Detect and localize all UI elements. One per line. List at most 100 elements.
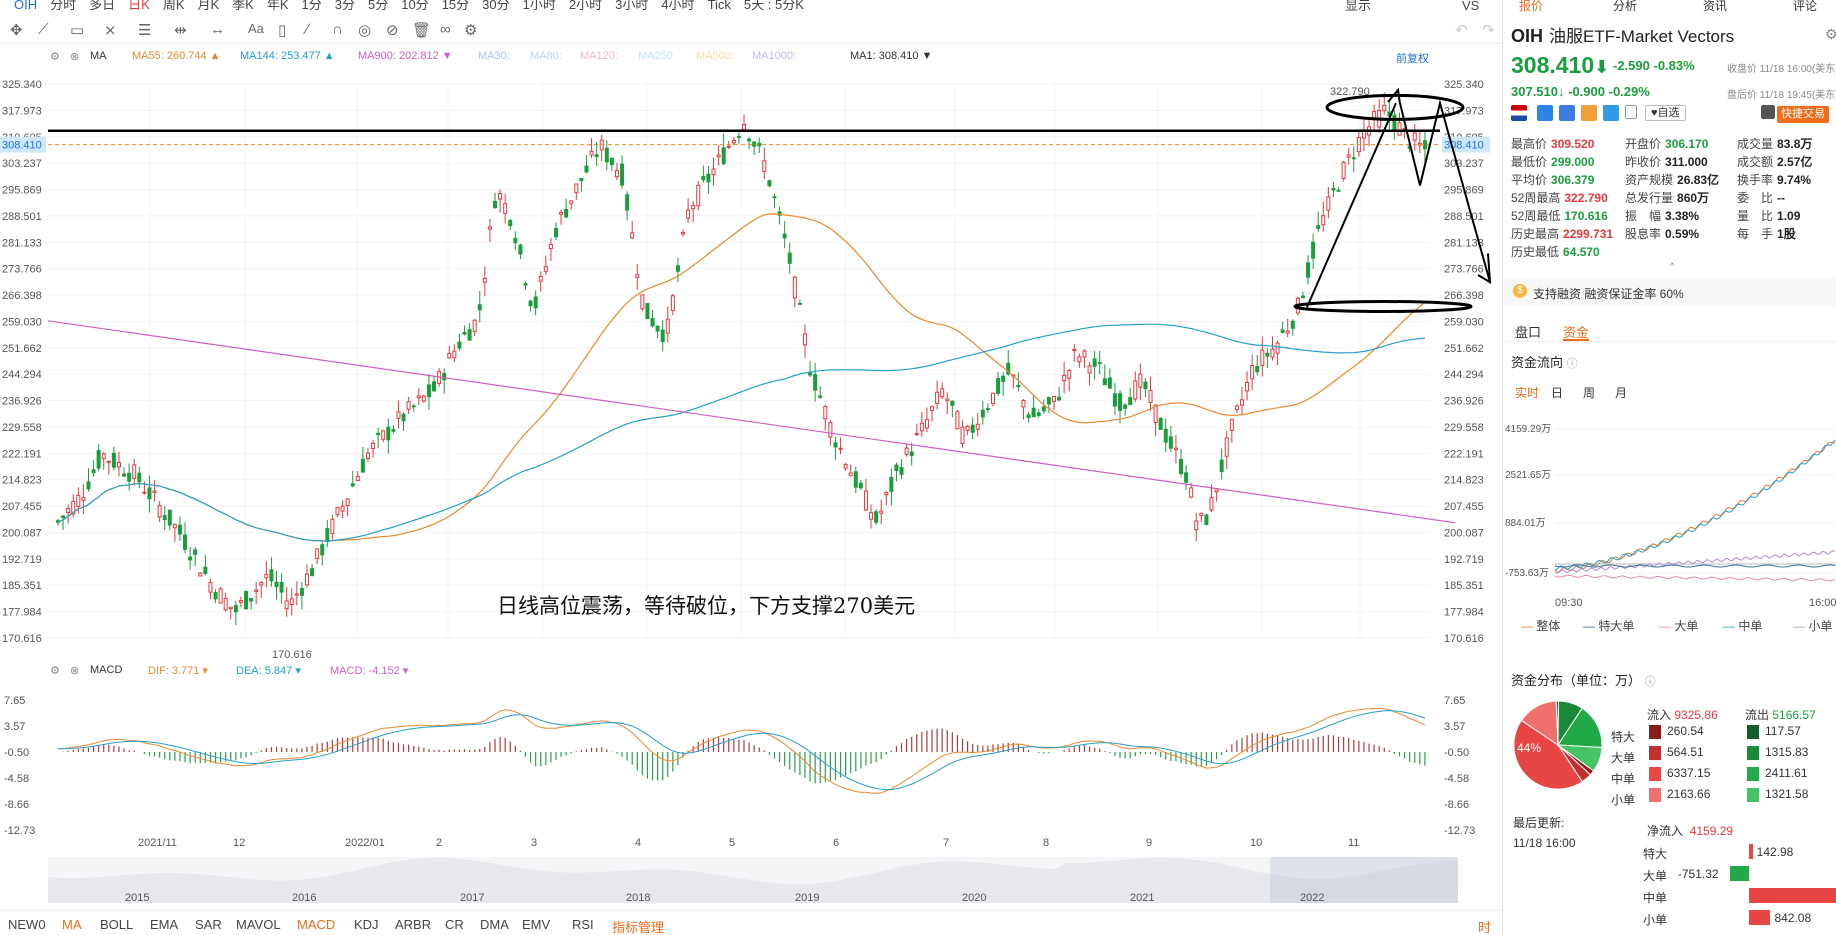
settings-icon[interactable]: ⚙ — [50, 50, 60, 63]
period-14[interactable]: 2小时 — [569, 0, 602, 11]
arrow-tool-icon[interactable]: ↔ — [210, 21, 225, 38]
indicator-tab-9[interactable]: CR — [445, 917, 464, 932]
tag-icon[interactable] — [1603, 105, 1619, 121]
tab-week[interactable]: 周 — [1583, 384, 1595, 401]
macd-label[interactable]: MACD — [90, 664, 122, 676]
restore-toggle[interactable]: 前复权 — [1396, 50, 1429, 66]
doc-icon[interactable] — [1625, 105, 1637, 119]
vs-button[interactable]: VS — [1462, 0, 1479, 12]
text-tool-icon[interactable]: Aa — [248, 21, 264, 36]
candle-body — [808, 372, 813, 376]
period-11[interactable]: 15分 — [442, 0, 469, 11]
indicator-tab-0[interactable]: NEW0 — [8, 917, 46, 932]
magnet-icon[interactable]: ∩ — [332, 21, 343, 38]
info-icon[interactable]: ⓘ — [1645, 676, 1656, 688]
lock-icon[interactable]: ⊘ — [386, 21, 399, 39]
price-axis-right-8: 266.398 — [1444, 290, 1484, 302]
indicator-tab-5[interactable]: MAVOL — [236, 917, 281, 932]
display-menu[interactable]: 显示 — [1345, 0, 1371, 12]
measure-tool-icon[interactable]: ⇹ — [174, 21, 187, 39]
hide-icon[interactable]: ⊗ — [70, 664, 79, 677]
note-icon[interactable]: ▯ — [278, 21, 286, 39]
inflow-swatch-3 — [1649, 788, 1661, 802]
time-range-button[interactable]: 时段 — [1478, 917, 1502, 935]
period-12[interactable]: 30分 — [482, 0, 509, 11]
fib-tool-icon[interactable]: ⨯ — [104, 21, 117, 39]
candlestick-chart[interactable]: 325.340325.340317.973317.973310.605310.6… — [0, 68, 1502, 658]
tab-day[interactable]: 日 — [1551, 384, 1563, 401]
price-axis-left-7: 273.766 — [2, 264, 42, 276]
indicator-tab-4[interactable]: SAR — [195, 917, 222, 932]
indicator-tab-11[interactable]: EMV — [522, 917, 550, 932]
indicator-tab-2[interactable]: BOLL — [100, 917, 133, 932]
bell-icon[interactable] — [1761, 105, 1775, 119]
line-tool-icon[interactable]: ⟋ — [38, 21, 49, 38]
price-axis-right-18: 192.719 — [1444, 554, 1484, 566]
tab-month[interactable]: 月 — [1615, 384, 1627, 401]
candle-body — [935, 391, 940, 404]
indicator-tab-12[interactable]: RSI — [572, 917, 594, 932]
period-1[interactable]: 多日 — [89, 0, 115, 11]
collapse-icon[interactable]: ⌃ — [1668, 262, 1676, 273]
macd-chart[interactable]: 7.65 7.65 3.57 3.57 -0.50 -0.50 -4.58 -4.58 -8.6… — [0, 680, 1502, 850]
chart-area[interactable]: OIH 分时 多日 日K 周K 月K 季K 年K 1分 3分 5分 10分 15分 30分 1小时 2小时 3小… — [0, 0, 1502, 935]
period-3[interactable]: 周K — [163, 0, 185, 11]
tab-orderbook[interactable]: 盘口 — [1515, 322, 1541, 341]
settings-icon[interactable]: ⚙ — [464, 21, 477, 39]
trade-icon[interactable] — [1537, 105, 1553, 121]
period-17[interactable]: Tick — [708, 0, 731, 11]
price-axis-left-0: 325.340 — [2, 79, 42, 91]
period-4[interactable]: 月K — [198, 0, 220, 11]
crosshair-icon[interactable]: ✥ — [10, 21, 23, 39]
indicator-tab-3[interactable]: EMA — [150, 917, 178, 932]
candle-body — [584, 165, 589, 173]
right-tab-3[interactable]: 评论 — [1793, 0, 1817, 14]
symbol-tab[interactable]: OIH — [14, 0, 37, 11]
period-6[interactable]: 年K — [267, 0, 289, 11]
eye-icon[interactable]: ◎ — [358, 21, 371, 39]
period-8[interactable]: 3分 — [335, 0, 355, 11]
right-tab-0[interactable]: 报价 — [1519, 0, 1543, 14]
indicator-tab-8[interactable]: ARBR — [395, 917, 431, 932]
price-axis-right-15: 214.823 — [1444, 475, 1484, 487]
right-tab-2[interactable]: 资讯 — [1703, 0, 1727, 14]
hide-icon[interactable]: ⊗ — [70, 50, 79, 63]
settings-icon[interactable]: ⚙ — [50, 664, 60, 677]
timeline-navigator[interactable]: 2015 2016 2017 2018 2019 2020 2021 2022 — [0, 855, 1502, 907]
indicator-tab-13[interactable]: 指标管理 — [612, 917, 664, 935]
last-price: 308.410⬇ — [1511, 52, 1609, 79]
channel-tool-icon[interactable]: ☰ — [138, 21, 151, 39]
ma-label[interactable]: MA — [90, 50, 107, 62]
indicator-tab-7[interactable]: KDJ — [354, 917, 379, 932]
right-tab-1[interactable]: 分析 — [1613, 0, 1637, 14]
tab-realtime[interactable]: 实时 — [1515, 384, 1539, 401]
exchange-icon[interactable] — [1581, 105, 1597, 121]
candle-body — [670, 295, 675, 312]
redo-icon[interactable]: ↷ — [1482, 21, 1495, 39]
undo-icon[interactable]: ↶ — [1455, 21, 1468, 39]
quick-trade-button[interactable]: 快捷交易 — [1777, 106, 1829, 123]
indicator-tab-1[interactable]: MA — [62, 917, 82, 932]
indicator-tab-10[interactable]: DMA — [480, 917, 509, 932]
watchlist-button[interactable]: ♥自选 — [1645, 105, 1686, 121]
indicator-tab-6[interactable]: MACD — [297, 917, 335, 932]
candle-body — [965, 425, 970, 431]
period-16[interactable]: 4小时 — [661, 0, 694, 11]
period-18[interactable]: 5天 : 5分K — [744, 0, 804, 11]
candle-body — [360, 458, 365, 473]
info-icon[interactable]: ⓘ — [1567, 358, 1578, 370]
period-13[interactable]: 1小时 — [523, 0, 556, 11]
period-10[interactable]: 10分 — [401, 0, 428, 11]
period-7[interactable]: 1分 — [302, 0, 322, 11]
period-15[interactable]: 3小时 — [615, 0, 648, 11]
period-2[interactable]: 日K — [128, 0, 150, 11]
period-0[interactable]: 分时 — [50, 0, 76, 11]
rect-tool-icon[interactable]: ▭ — [70, 21, 84, 39]
period-5[interactable]: 季K — [232, 0, 254, 11]
pen-icon[interactable]: ∕ — [306, 21, 309, 38]
dollar-icon[interactable] — [1559, 105, 1575, 121]
trash-icon[interactable]: 🗑 — [412, 21, 431, 39]
period-9[interactable]: 5分 — [368, 0, 388, 11]
gear-icon[interactable]: ⚙ — [1825, 26, 1836, 43]
link-icon[interactable]: ∞ — [440, 21, 451, 38]
